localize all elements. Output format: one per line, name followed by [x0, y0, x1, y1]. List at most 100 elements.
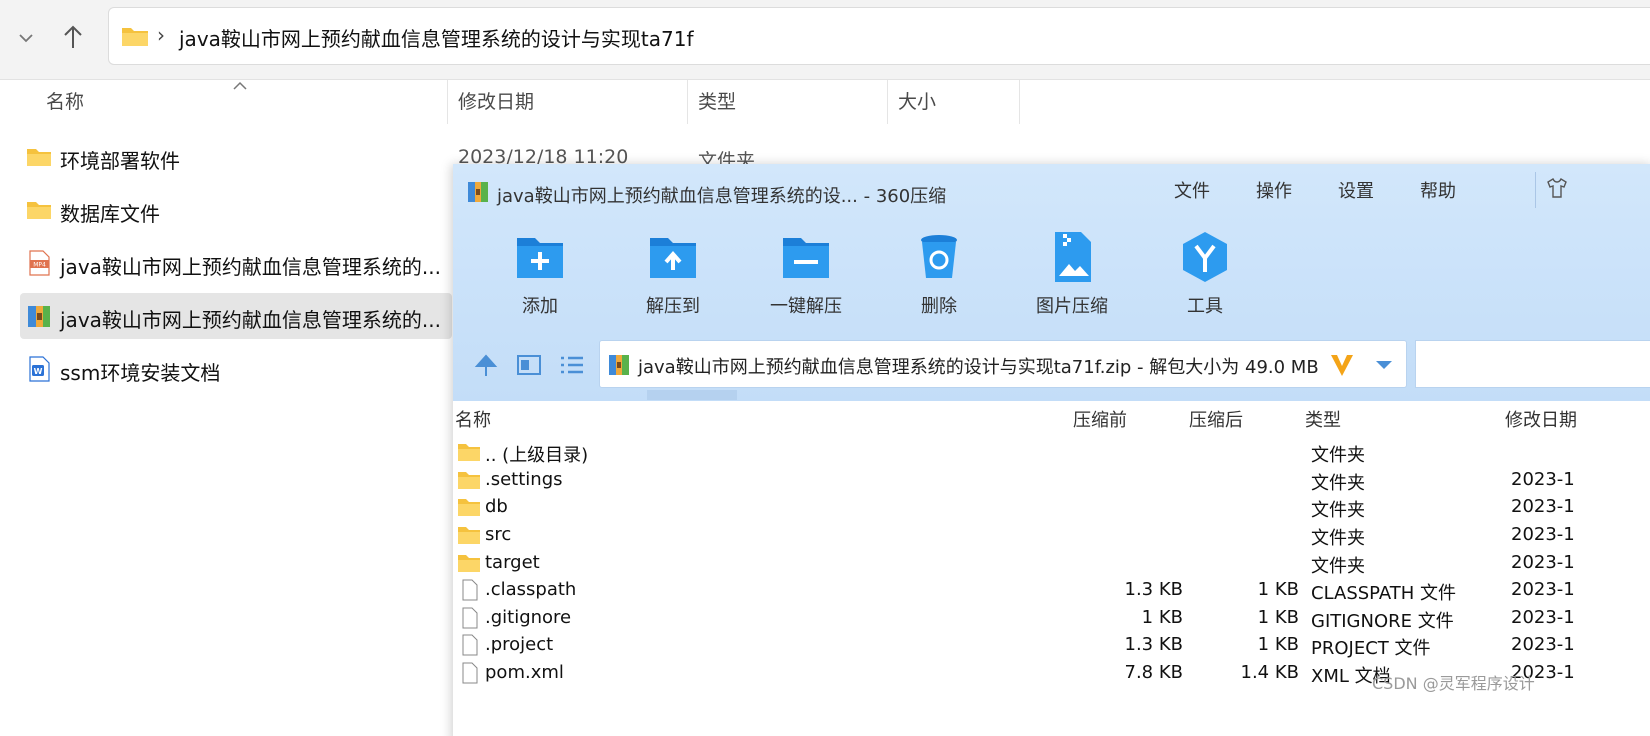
- file-icon: [462, 607, 478, 629]
- list-item-selected[interactable]: java鞍山市网上预约献血信息管理系统的...: [20, 293, 452, 339]
- zip-column-after[interactable]: 压缩后: [1189, 406, 1243, 432]
- zip-archive-icon: [468, 182, 488, 202]
- row-type: 文件夹: [1311, 500, 1365, 521]
- extract-to-icon: [650, 238, 696, 278]
- image-compress-button[interactable]: 图片压缩: [1012, 230, 1132, 320]
- table-row[interactable]: db 文件夹 2023-1: [453, 494, 1650, 521]
- view-list-icon[interactable]: [559, 352, 585, 378]
- skin-shirt-icon[interactable]: [1545, 176, 1569, 200]
- zip-column-before[interactable]: 压缩前: [1073, 406, 1127, 432]
- table-row[interactable]: .project 1.3 KB 1 KB PROJECT 文件 2023-1: [453, 632, 1650, 659]
- item-name: 数据库文件: [60, 202, 160, 226]
- row-name: src: [485, 524, 512, 545]
- row-date: 2023-1: [1511, 524, 1575, 545]
- folder-icon: [458, 555, 480, 572]
- delete-icon: [921, 235, 957, 278]
- delete-button[interactable]: 删除: [879, 230, 999, 320]
- column-modified[interactable]: 修改日期: [448, 80, 688, 124]
- list-item[interactable]: MP4 java鞍山市网上预约献血信息管理系统的...: [20, 240, 452, 286]
- list-item[interactable]: 环境部署软件: [20, 134, 452, 180]
- arrow-up-icon[interactable]: [58, 22, 88, 52]
- table-row[interactable]: .. (上级目录) 文件夹: [453, 439, 1650, 466]
- row-name: pom.xml: [485, 662, 564, 683]
- table-row[interactable]: .gitignore 1 KB 1 KB GITIGNORE 文件 2023-1: [453, 605, 1650, 632]
- row-type: PROJECT 文件: [1311, 638, 1431, 659]
- zip-search-input[interactable]: [1415, 340, 1650, 388]
- row-name: db: [485, 496, 508, 517]
- folder-icon: [27, 149, 51, 166]
- one-click-extract-icon: [783, 238, 829, 278]
- word-doc-icon: W: [29, 356, 50, 382]
- file-icon: [462, 662, 478, 684]
- list-item[interactable]: W ssm环境安装文档: [20, 346, 452, 392]
- table-row[interactable]: .classpath 1.3 KB 1 KB CLASSPATH 文件 2023…: [453, 577, 1650, 604]
- folder-icon: [122, 28, 148, 46]
- zip-archive-icon: [609, 355, 629, 375]
- column-type[interactable]: 类型: [688, 80, 888, 124]
- list-item[interactable]: 数据库文件: [20, 187, 452, 233]
- table-row[interactable]: src 文件夹 2023-1: [453, 522, 1650, 549]
- row-size-before: 1 KB: [1141, 607, 1183, 628]
- svg-text:MP4: MP4: [33, 262, 46, 269]
- v-logo-icon[interactable]: [1328, 351, 1356, 379]
- menu-operation[interactable]: 操作: [1256, 177, 1292, 203]
- item-name: ssm环境安装文档: [60, 361, 221, 385]
- window-title: java鞍山市网上预约献血信息管理系统的设... - 360压缩: [497, 186, 947, 207]
- row-date: 2023-1: [1511, 552, 1575, 573]
- view-details-icon[interactable]: [516, 352, 542, 378]
- row-type: 文件夹: [1311, 445, 1365, 466]
- table-row[interactable]: target 文件夹 2023-1: [453, 550, 1650, 577]
- explorer-toolbar: › java鞍山市网上预约献血信息管理系统的设计与实现ta71f: [0, 0, 1650, 80]
- one-click-extract-button[interactable]: 一键解压: [746, 230, 866, 320]
- zip-archive-icon: [28, 306, 50, 327]
- chevron-down-icon[interactable]: [1374, 359, 1394, 371]
- item-name: 环境部署软件: [60, 149, 180, 173]
- breadcrumb-current[interactable]: java鞍山市网上预约献血信息管理系统的设计与实现ta71f: [179, 23, 694, 52]
- svg-text:W: W: [34, 367, 43, 376]
- zip-column-type[interactable]: 类型: [1305, 406, 1341, 432]
- zip-column-name[interactable]: 名称: [455, 406, 491, 432]
- horizontal-scroll-thumb[interactable]: [647, 390, 737, 400]
- row-size-before: 1.3 KB: [1124, 634, 1184, 655]
- arrow-up-icon[interactable]: [473, 352, 499, 378]
- zip-navbar: java鞍山市网上预约献血信息管理系统的设计与实现ta71f.zip - 解包大…: [453, 340, 1650, 390]
- row-size-before: 1.3 KB: [1124, 579, 1184, 600]
- menu-divider: [1535, 172, 1536, 208]
- tool-label: 解压到: [646, 296, 700, 317]
- row-date: 2023-1: [1511, 496, 1575, 517]
- row-size-after: 1 KB: [1257, 607, 1299, 628]
- add-folder-icon: [517, 238, 563, 278]
- item-name: java鞍山市网上预约献血信息管理系统的...: [60, 308, 441, 332]
- table-row[interactable]: .settings 文件夹 2023-1: [453, 467, 1650, 494]
- row-date: 2023-1: [1511, 607, 1575, 628]
- row-date: 2023-1: [1511, 579, 1575, 600]
- image-compress-icon: [1055, 232, 1091, 282]
- zip-column-modified[interactable]: 修改日期: [1505, 406, 1577, 432]
- menu-file[interactable]: 文件: [1174, 177, 1210, 203]
- add-button[interactable]: 添加: [480, 230, 600, 320]
- zip-path-bar[interactable]: java鞍山市网上预约献血信息管理系统的设计与实现ta71f.zip - 解包大…: [599, 340, 1407, 388]
- folder-icon: [458, 472, 480, 489]
- row-type: CLASSPATH 文件: [1311, 583, 1457, 604]
- breadcrumb-separator: ›: [157, 23, 165, 47]
- extract-to-button[interactable]: 解压到: [613, 230, 733, 320]
- row-name: .project: [485, 634, 554, 655]
- row-name: .. (上级目录): [485, 445, 589, 466]
- watermark-text: CSDN @灵军程序设计: [1372, 674, 1535, 693]
- row-type: 文件夹: [1311, 528, 1365, 549]
- row-name: .classpath: [485, 579, 577, 600]
- row-date: 2023-1: [1511, 469, 1575, 490]
- chevron-down-icon[interactable]: [14, 26, 38, 50]
- row-date: 2023-1: [1511, 634, 1575, 655]
- row-type: 文件夹: [1311, 556, 1365, 577]
- folder-icon: [458, 527, 480, 544]
- tools-button[interactable]: 工具: [1145, 230, 1265, 320]
- menu-help[interactable]: 帮助: [1420, 177, 1456, 203]
- item-name: java鞍山市网上预约献血信息管理系统的...: [60, 255, 441, 279]
- column-size[interactable]: 大小: [888, 80, 1020, 124]
- tool-label: 删除: [921, 296, 957, 317]
- folder-icon: [458, 499, 480, 516]
- address-bar[interactable]: › java鞍山市网上预约献血信息管理系统的设计与实现ta71f: [108, 7, 1650, 65]
- menu-settings[interactable]: 设置: [1338, 177, 1374, 203]
- row-size-after: 1 KB: [1257, 579, 1299, 600]
